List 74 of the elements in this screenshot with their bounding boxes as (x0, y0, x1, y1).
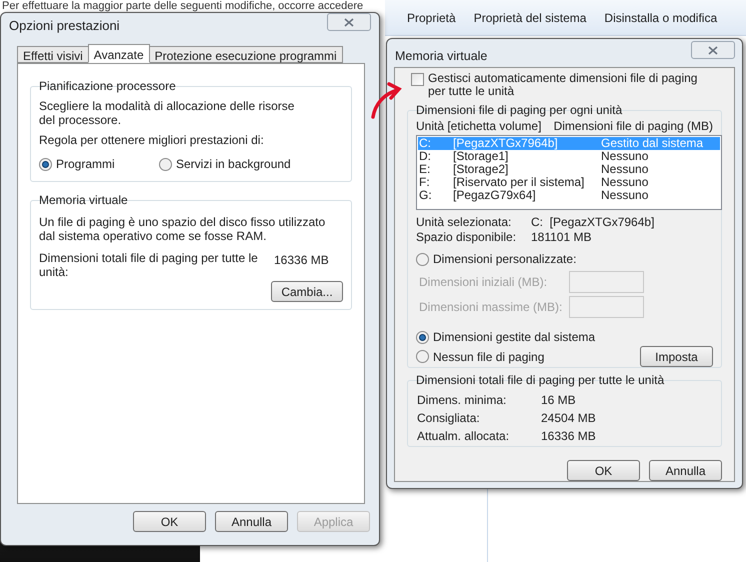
drive-row[interactable]: E: [Storage2] Nessuno (418, 163, 720, 176)
paging-size: Nessuno (601, 163, 648, 176)
window-title: Opzioni prestazioni (9, 17, 120, 35)
radio-label[interactable]: Dimensioni personalizzate: (433, 250, 576, 268)
drive-label: [PegazG79x64] (453, 189, 537, 202)
column-header: Unità [etichetta volume] (416, 119, 542, 133)
drive-label: [Storage2] (453, 163, 510, 176)
group-title: Pianificazione processore (38, 79, 177, 93)
tab[interactable]: Avanzate (88, 44, 150, 63)
drive-label: [PegazXTGx7964b] (453, 137, 559, 150)
prompt-text: Regola per ottenere migliori prestazioni di: (39, 133, 265, 147)
drive-letter: D: (419, 150, 432, 163)
group-title: Dimensioni file di paging per ogni unità (415, 103, 624, 117)
tab[interactable]: Protezione esecuzione programmi (148, 46, 343, 63)
radio-label[interactable]: Programmi (56, 155, 115, 173)
info-label: Unità selezionata: (416, 215, 512, 230)
radio-label[interactable]: Dimensioni gestite dal sistema (433, 328, 596, 346)
field-label: Dimensioni massime (MB): (419, 299, 562, 316)
total-value: 16336 MB (274, 252, 329, 269)
close-icon (708, 46, 718, 54)
dialog-button[interactable]: Annulla (649, 460, 722, 481)
annotation-arrow (369, 80, 403, 120)
radio-button[interactable] (416, 350, 429, 363)
checkbox-label[interactable]: Gestisci automaticamente dimensioni file di paging per tutte le unità (428, 72, 698, 98)
dialog-button[interactable]: Annulla (215, 511, 288, 532)
close-button[interactable] (691, 41, 735, 59)
drive-row[interactable]: G: [PegazG79x64] Nessuno (418, 189, 720, 202)
total-value: 16 MB (541, 393, 576, 408)
toolbar-button[interactable]: Proprietà del sistema (474, 8, 586, 26)
dialog-button[interactable]: Cambia... (271, 281, 343, 302)
radio-button[interactable] (39, 158, 52, 170)
info-label: Spazio disponibile: (416, 230, 518, 245)
close-button[interactable] (327, 13, 371, 31)
dialog-button[interactable]: OK (567, 460, 640, 481)
drive-row[interactable]: D: [Storage1] Nessuno (418, 150, 720, 163)
description-text: Un file di paging è uno spazio del disco fisso utilizzato dal sistema operativo come se fosse RAM. (39, 215, 326, 243)
total-value: 24504 MB (541, 411, 596, 426)
dialog-button[interactable]: Imposta (640, 346, 713, 367)
drive-letter: C: (419, 137, 432, 150)
tab[interactable]: Effetti visivi (17, 46, 89, 63)
drive-label: [Storage1] (453, 150, 508, 163)
total-label: Dimensioni totali file di paging per tutte le unità: (39, 251, 259, 279)
window-title: Memoria virtuale (395, 48, 488, 65)
column-header: Dimensioni file di paging (MB) (554, 119, 713, 133)
background-text: Per effettuare la maggior parte delle seguenti modifiche, occorre accedere (2, 0, 364, 12)
drive-letter: G: (419, 189, 433, 202)
checkbox[interactable] (411, 73, 424, 86)
close-icon (344, 18, 354, 26)
paging-size: Nessuno (601, 189, 648, 202)
radio-button[interactable] (416, 330, 429, 344)
paging-size: Nessuno (601, 176, 648, 189)
group-title: Dimensioni totali file di paging per tutte le unità (415, 373, 666, 387)
drive-letter: E: (419, 163, 432, 176)
radio-label[interactable]: Servizi in background (176, 155, 291, 173)
paging-size: Gestito dal sistema (601, 137, 704, 150)
description-text: Scegliere la modalità di allocazione delle risorse del processore. (39, 99, 296, 127)
group-title: Memoria virtuale (38, 193, 129, 207)
toolbar-button[interactable]: Proprietà (407, 8, 456, 26)
radio-button[interactable] (416, 252, 429, 266)
drive-letter: F: (419, 176, 431, 189)
paging-size: Nessuno (601, 150, 648, 163)
radio-button[interactable] (159, 158, 172, 170)
total-label: Attualm. allocata: (417, 429, 510, 444)
toolbar-button[interactable]: Disinstalla o modifica (604, 8, 718, 26)
info-value: C: [PegazXTGx7964b] (531, 215, 654, 230)
drive-label: [Riservato per il sistema] (453, 176, 586, 189)
total-label: Dimens. minima: (417, 393, 508, 408)
drive-row[interactable]: F: [Riservato per il sistema] Nessuno (418, 176, 720, 189)
info-value: 181101 MB (531, 230, 592, 245)
radio-label[interactable]: Nessun file di paging (433, 348, 544, 366)
total-label: Consigliata: (417, 411, 481, 426)
field-label: Dimensioni iniziali (MB): (419, 274, 548, 291)
dialog-button[interactable]: OK (133, 511, 206, 532)
total-value: 16336 MB (541, 429, 596, 444)
